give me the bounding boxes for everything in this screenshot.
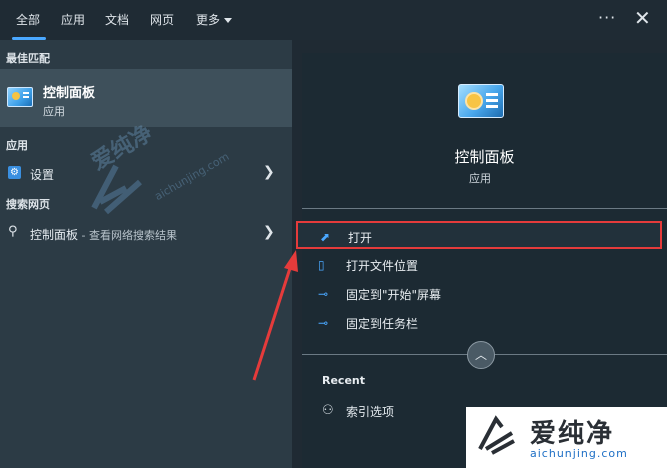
watermark-box-url: aichunjing.com <box>530 447 628 460</box>
annotation-arrow <box>252 250 298 381</box>
watermark-box-text: 爱纯净 <box>530 419 615 449</box>
watermark-logo-icon <box>478 415 515 455</box>
watermark-box: 爱纯净 aichunjing.com <box>466 407 667 468</box>
